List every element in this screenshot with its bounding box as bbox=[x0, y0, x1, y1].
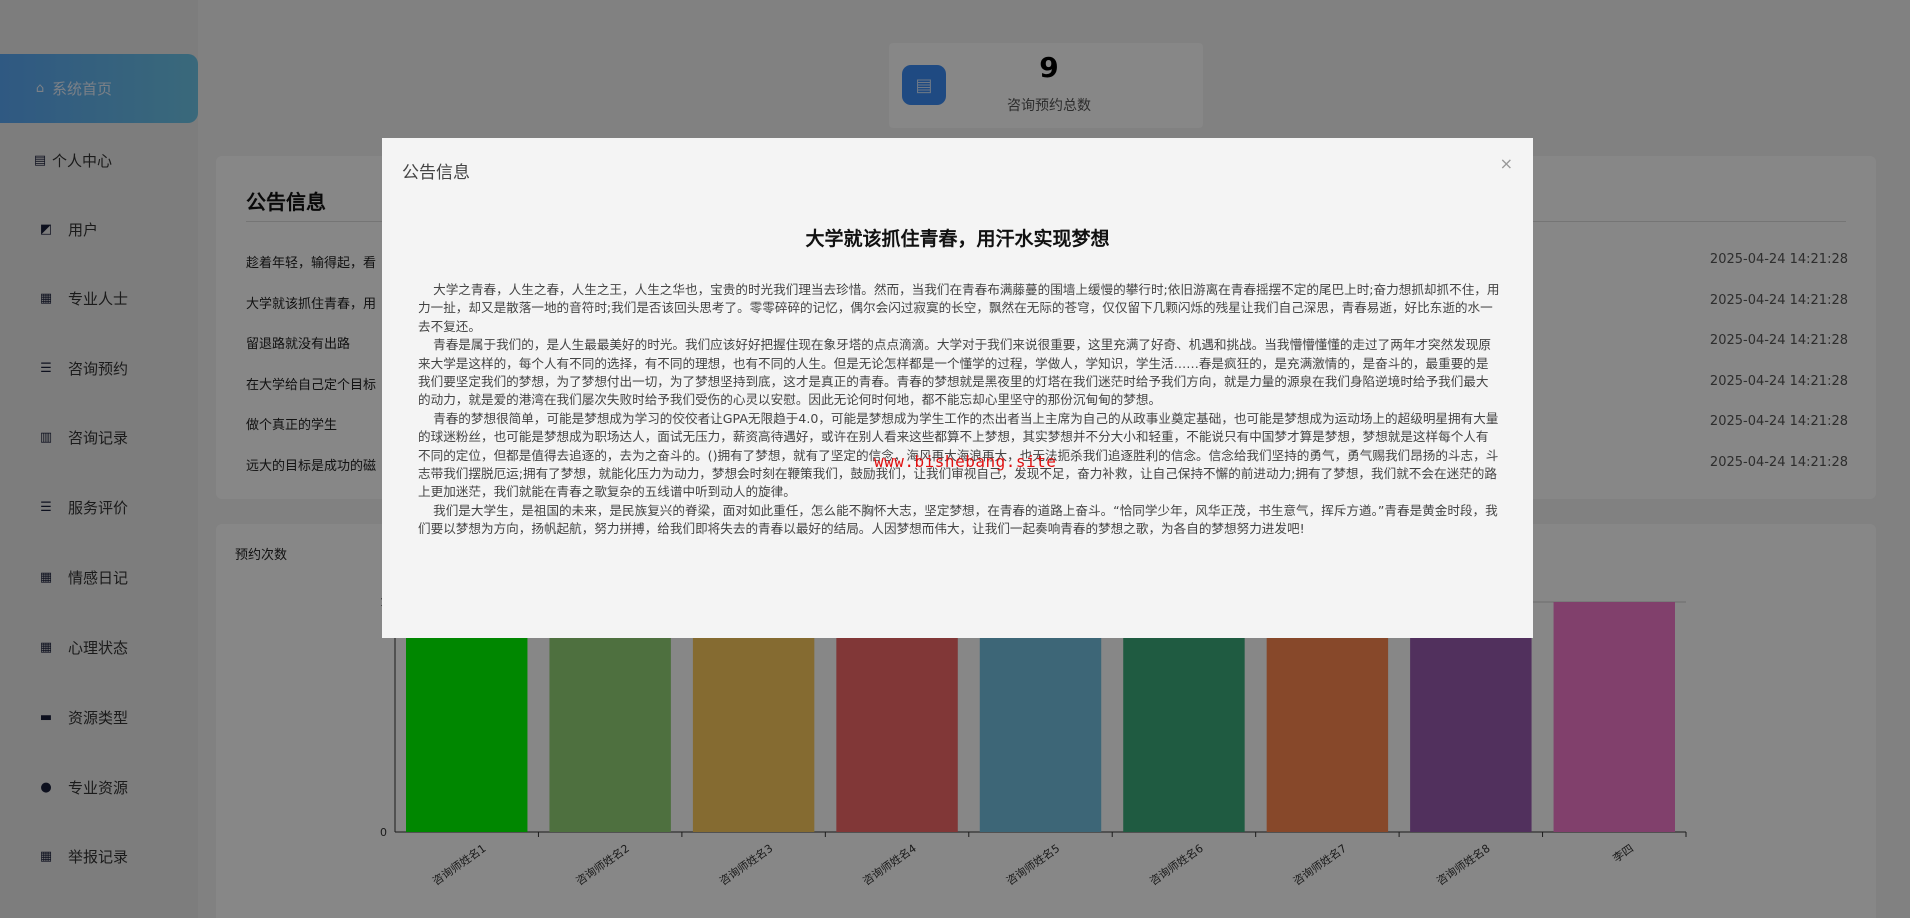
article-heading: 大学就该抓住青春，用汗水实现梦想 bbox=[805, 228, 1110, 250]
article-paragraph: 我们是大学生，是祖国的未来，是民族复兴的脊梁，面对如此重任，怎么能不胸怀大志，坚… bbox=[418, 502, 1498, 537]
watermark: www.bishebang.site bbox=[874, 452, 1057, 471]
dialog-title: 公告信息 bbox=[402, 163, 470, 183]
article-paragraph: 青春是属于我们的，是人生最最美好的时光。我们应该好好把握住现在象牙塔的点点滴滴。… bbox=[418, 337, 1491, 408]
article-body: 大学之青春，人生之春，人生之王，人生之华也，宝贵的时光我们理当去珍惜。然而，当我… bbox=[418, 281, 1500, 539]
article-paragraph: 大学之青春，人生之春，人生之王，人生之华也，宝贵的时光我们理当去珍惜。然而，当我… bbox=[418, 282, 1500, 334]
notice-dialog: 公告信息 × 大学就该抓住青春，用汗水实现梦想 大学之青春，人生之春，人生之王，… bbox=[382, 138, 1533, 638]
close-icon[interactable]: × bbox=[1500, 154, 1513, 173]
